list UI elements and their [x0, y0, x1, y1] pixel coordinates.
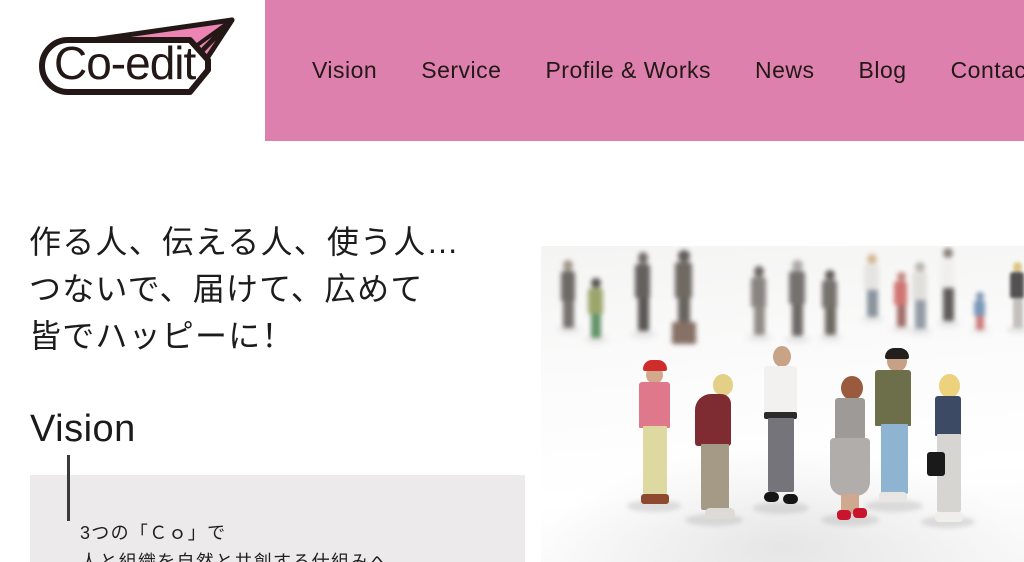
- logo-mark: Co-edit: [39, 17, 235, 95]
- figurine-front-olive-jacket: [865, 348, 923, 512]
- figurine-front-blonde: [921, 374, 975, 528]
- headline-line-2: つないで、届けて、広めて: [29, 271, 424, 308]
- figurine-back-13: [1007, 262, 1024, 333]
- figurine-back-3: [631, 252, 656, 338]
- headline-line-1: 作る人、伝える人、使う人…: [29, 224, 460, 260]
- main-navigation[interactable]: Vision Service Profile & Works News Blog…: [290, 0, 1024, 141]
- vision-accent-rule: [67, 455, 70, 521]
- vision-body-line-2: 人と組織を自然と共創する仕組みへ。: [80, 548, 525, 562]
- figurine-back-4: [669, 250, 699, 344]
- vision-body-line-1: 3つの「Ｃｏ」で: [80, 523, 227, 543]
- figurine-back-7: [819, 270, 842, 341]
- site-logo[interactable]: Co-edit: [32, 14, 244, 106]
- figurine-back-2: [585, 278, 608, 343]
- figurine-back-10: [909, 262, 932, 335]
- headline-line-3: 皆でハッピーに！: [29, 318, 295, 355]
- figurine-back-6: [785, 260, 810, 343]
- figurine-back-1: [557, 260, 581, 333]
- figurine-front-gray-dress: [821, 376, 879, 526]
- nav-item-service[interactable]: Service: [399, 51, 523, 90]
- figurine-front-red-cap: [627, 358, 681, 512]
- figurine-back-5: [747, 266, 771, 341]
- nav-item-profile-works[interactable]: Profile & Works: [523, 51, 733, 90]
- site-header: Co-edit Vision Service Profile & Works N…: [0, 0, 1024, 142]
- nav-item-vision[interactable]: Vision: [290, 51, 399, 90]
- vision-body-text: 3つの「Ｃｏ」で 人と組織を自然と共創する仕組みへ。: [80, 519, 525, 562]
- nav-item-news[interactable]: News: [733, 51, 837, 90]
- vision-section-title: Vision: [30, 408, 136, 450]
- logo-wordmark: Co-edit: [54, 37, 197, 89]
- nav-item-blog[interactable]: Blog: [837, 51, 929, 90]
- figurine-back-9: [891, 272, 912, 332]
- hero-headline: 作る人、伝える人、使う人… つないで、届けて、広めて 皆でハッピーに！: [29, 219, 499, 360]
- figurine-back-8: [861, 254, 884, 322]
- figurine-back-11: [937, 248, 960, 327]
- figurine-back-12: [971, 292, 990, 333]
- nav-item-contact[interactable]: Contact: [929, 51, 1024, 90]
- figurine-front-maroon: [685, 374, 743, 526]
- figurine-front-white-shirt: [753, 346, 809, 514]
- hero-photo: [541, 246, 1024, 562]
- hero-photo-backdrop: [541, 246, 1024, 562]
